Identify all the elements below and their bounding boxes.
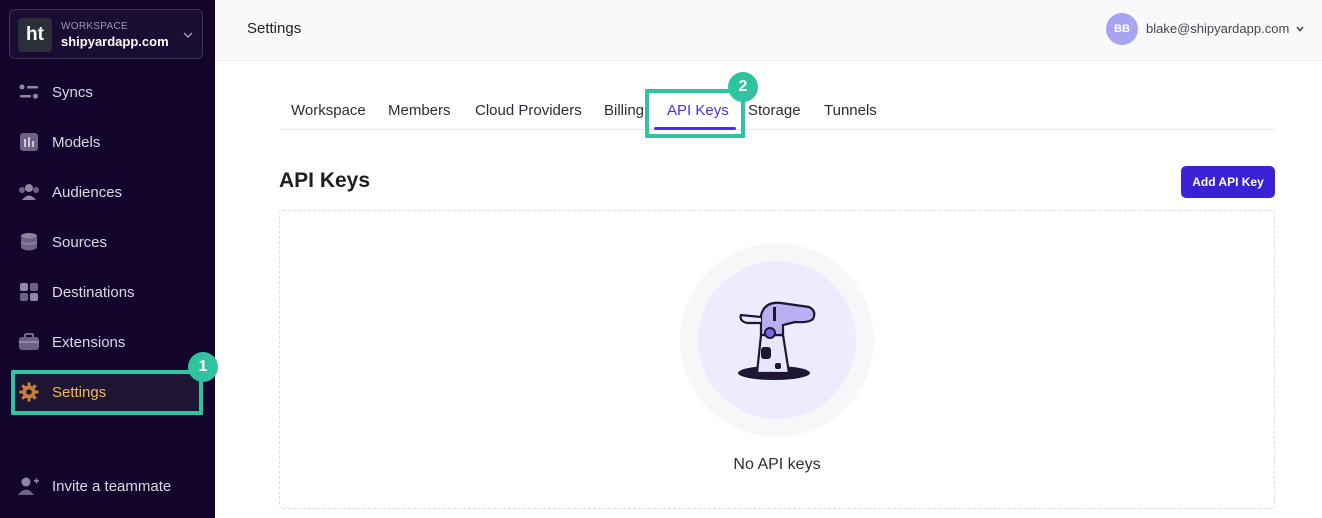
settings-tabs: Workspace Members Cloud Providers Billin…: [279, 88, 1275, 130]
sidebar-item-extensions[interactable]: Extensions: [12, 322, 202, 362]
sidebar-item-models[interactable]: Models: [12, 122, 202, 162]
empty-state-illustration: [738, 301, 816, 380]
workspace-switcher[interactable]: ht WORKSPACE shipyardapp.com: [9, 9, 203, 59]
database-icon: [18, 231, 40, 253]
tab-members[interactable]: Members: [388, 102, 451, 119]
chevron-down-icon[interactable]: [1295, 24, 1305, 34]
sidebar-item-label: Audiences: [52, 183, 123, 201]
tab-workspace[interactable]: Workspace: [291, 102, 366, 119]
step-1-highlight: [11, 370, 203, 415]
sidebar-item-label: Syncs: [52, 83, 93, 101]
tab-billing[interactable]: Billing: [604, 102, 644, 119]
audiences-icon: [18, 181, 40, 203]
syncs-icon: [18, 81, 40, 103]
step-1-badge: 1: [188, 352, 218, 382]
workspace-name: shipyardapp.com: [61, 34, 169, 49]
page-header-title: Settings: [247, 20, 302, 37]
tab-tunnels[interactable]: Tunnels: [824, 102, 877, 119]
sidebar: ht WORKSPACE shipyardapp.com Syncs Model…: [0, 0, 215, 518]
add-user-icon: [18, 475, 40, 497]
grid-icon: [18, 281, 40, 303]
step-2-highlight: [645, 89, 745, 138]
avatar[interactable]: BB: [1106, 13, 1138, 45]
sidebar-item-audiences[interactable]: Audiences: [12, 172, 202, 212]
top-header: Settings BB blake@shipyardapp.com: [215, 0, 1322, 61]
briefcase-icon: [18, 331, 40, 353]
add-api-key-button[interactable]: Add API Key: [1181, 166, 1275, 198]
sidebar-item-syncs[interactable]: Syncs: [12, 72, 202, 112]
tab-cloud-providers[interactable]: Cloud Providers: [475, 102, 582, 119]
empty-state-message: No API keys: [733, 456, 821, 473]
workspace-logo: ht: [18, 18, 52, 52]
invite-teammate-button[interactable]: Invite a teammate: [12, 466, 171, 506]
sidebar-item-label: Models: [52, 133, 101, 151]
tab-storage[interactable]: Storage: [748, 102, 801, 119]
sidebar-item-label: Sources: [52, 233, 108, 251]
workspace-label: WORKSPACE: [61, 21, 128, 32]
models-icon: [18, 131, 40, 153]
sidebar-item-sources[interactable]: Sources: [12, 222, 202, 262]
user-email[interactable]: blake@shipyardapp.com: [1146, 21, 1289, 36]
invite-label: Invite a teammate: [52, 477, 172, 495]
sidebar-item-destinations[interactable]: Destinations: [12, 272, 202, 312]
sidebar-item-label: Extensions: [52, 333, 126, 351]
sidebar-item-label: Destinations: [52, 283, 135, 301]
step-2-badge: 2: [728, 72, 758, 102]
page-title: API Keys: [279, 169, 371, 192]
chevron-down-icon: [183, 32, 193, 39]
